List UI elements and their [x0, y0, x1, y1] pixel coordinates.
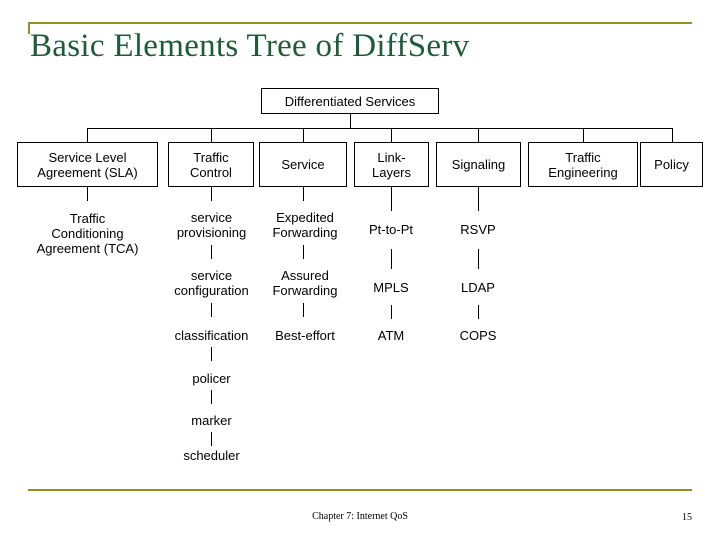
tree-node-cops: COPS: [459, 327, 497, 343]
connector-drop-1: [87, 128, 88, 142]
connector-bus: [87, 128, 672, 129]
tree-node-signaling: Signaling: [436, 142, 521, 187]
connector-sla-tca: [87, 187, 88, 201]
tree-node-sla: Service Level Agreement (SLA): [17, 142, 158, 187]
connector-tc-6: [211, 432, 212, 446]
tree-node-classification: classification: [174, 327, 249, 343]
tree-node-ldap: LDAP: [461, 279, 495, 295]
tree-node-atm: ATM: [377, 327, 405, 343]
tree-node-root: Differentiated Services: [261, 88, 439, 114]
connector-link-1: [391, 187, 392, 211]
connector-sig-1: [478, 187, 479, 211]
connector-tc-5: [211, 390, 212, 404]
connector-root-stem: [350, 114, 351, 128]
connector-tc-3: [211, 303, 212, 317]
connector-link-3: [391, 305, 392, 319]
connector-drop-7: [672, 128, 673, 142]
tree-node-traffic-control: Traffic Control: [168, 142, 254, 187]
tree-node-assured-forwarding: Assured Forwarding: [272, 268, 338, 298]
connector-sig-2: [478, 249, 479, 269]
connector-drop-6: [583, 128, 584, 142]
tree-node-link-layers: Link- Layers: [354, 142, 429, 187]
tree-node-tca: Traffic Conditioning Agreement (TCA): [36, 210, 139, 256]
connector-drop-2: [211, 128, 212, 142]
connector-svc-1: [303, 187, 304, 201]
connector-tc-4: [211, 347, 212, 361]
tree-node-mpls: MPLS: [373, 279, 409, 295]
tree-node-scheduler: scheduler: [183, 447, 240, 463]
bottom-accent-rule: [28, 489, 692, 491]
connector-svc-3: [303, 303, 304, 317]
tree-node-policy: Policy: [640, 142, 703, 187]
tree-node-pt-to-pt: Pt-to-Pt: [368, 221, 414, 237]
connector-tc-2: [211, 245, 212, 259]
tree-node-best-effort: Best-effort: [275, 327, 335, 343]
connector-sig-3: [478, 305, 479, 319]
slide: Basic Elements Tree of DiffServ Differen…: [0, 0, 720, 540]
tree-node-service-configuration: service configuration: [174, 268, 249, 298]
connector-tc-1: [211, 187, 212, 201]
connector-drop-5: [478, 128, 479, 142]
tree-node-rsvp: RSVP: [460, 221, 496, 237]
tree-node-expedited-forwarding: Expedited Forwarding: [272, 210, 338, 240]
tree-node-service: Service: [259, 142, 347, 187]
footer-chapter-label: Chapter 7: Internet QoS: [312, 511, 408, 522]
diffserv-tree-diagram: Differentiated Services Service Level Agr…: [0, 0, 720, 540]
tree-node-policer: policer: [192, 370, 231, 386]
connector-link-2: [391, 249, 392, 269]
tree-node-marker: marker: [191, 412, 232, 428]
connector-drop-4: [391, 128, 392, 142]
tree-node-service-provisioning: service provisioning: [176, 210, 247, 240]
connector-svc-2: [303, 245, 304, 259]
footer-page-number: 15: [682, 512, 692, 523]
tree-node-traffic-engineering: Traffic Engineering: [528, 142, 638, 187]
connector-drop-3: [303, 128, 304, 142]
